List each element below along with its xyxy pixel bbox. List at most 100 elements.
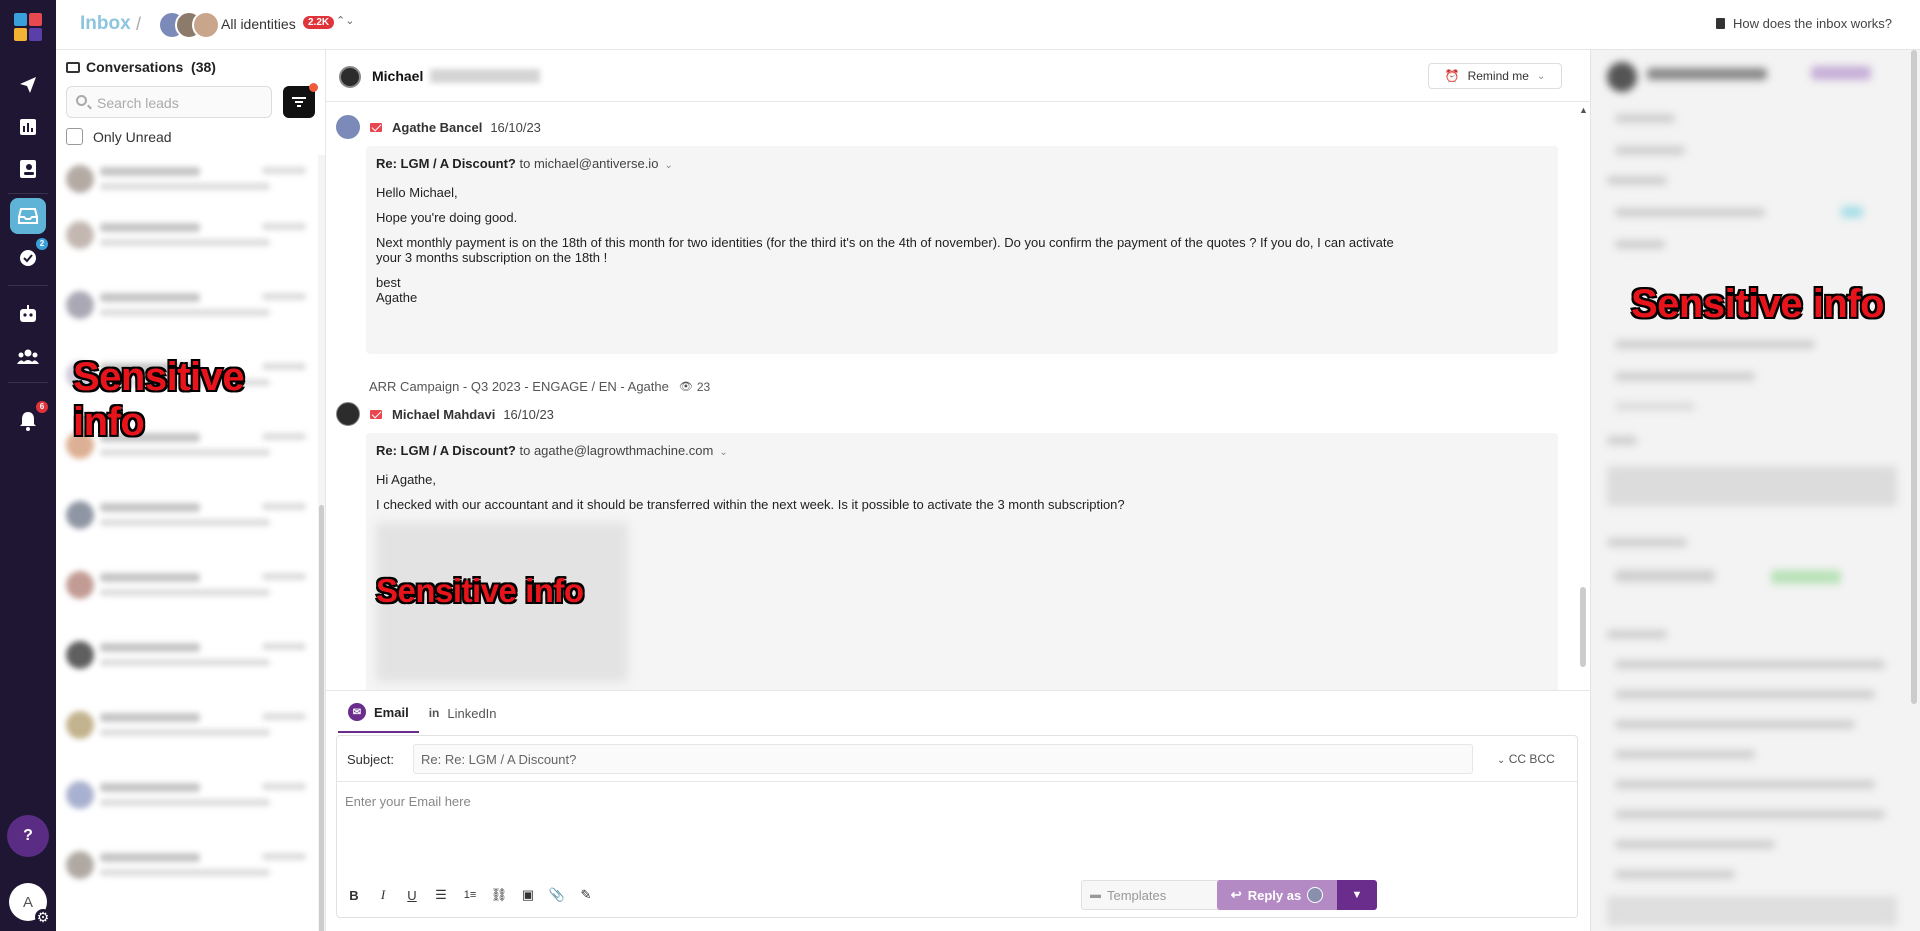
nav-team-icon[interactable]: [10, 339, 46, 375]
list-item[interactable]: [66, 281, 314, 345]
filter-button[interactable]: [283, 83, 318, 118]
templates-dropdown[interactable]: ▬ Templates ⌄: [1081, 880, 1239, 910]
email-icon: [370, 409, 382, 419]
user-avatar[interactable]: A ⚙: [9, 883, 51, 925]
chevron-down-icon: ⌄: [1497, 755, 1506, 766]
page-title: Inbox: [80, 13, 131, 34]
link-icon[interactable]: ⛓: [490, 886, 508, 904]
breadcrumb-separator: /: [136, 14, 142, 34]
reply-options-button[interactable]: ▼: [1337, 880, 1377, 910]
inbox-icon: [66, 62, 80, 73]
list-item[interactable]: [66, 771, 314, 835]
email-body-input[interactable]: [345, 794, 1565, 854]
reply-label: Reply as: [1247, 887, 1302, 903]
remind-me-label: Remind me: [1467, 69, 1529, 83]
conversations-header: Conversations (38): [66, 59, 216, 75]
conversation-list-scrollbar[interactable]: [318, 155, 325, 931]
thread-panel: Michael ⏰ Remind me ⌄ Agathe Bancel 16/1…: [326, 50, 1590, 931]
nav-tasks-icon[interactable]: 2: [10, 238, 48, 276]
app-logo[interactable]: [14, 13, 42, 41]
chevron-down-icon: ⌄: [719, 447, 728, 458]
reply-as-button[interactable]: ↩ Reply as: [1217, 880, 1337, 910]
search-icon: [76, 95, 87, 106]
signature-pen-icon[interactable]: ✎: [577, 886, 595, 904]
message-line: Agathe: [376, 290, 418, 305]
chevron-down-icon: ⌄: [664, 160, 673, 171]
cc-bcc-toggle[interactable]: ⌄ CC BCC: [1497, 752, 1555, 766]
list-item[interactable]: [66, 631, 314, 695]
only-unread-checkbox[interactable]: [66, 128, 83, 145]
identities-selector[interactable]: All identities: [221, 16, 296, 32]
message-line: Hope you're doing good.: [376, 210, 518, 225]
search-input[interactable]: [97, 93, 267, 113]
templates-label: Templates: [1107, 887, 1167, 903]
conversation-list: [56, 155, 318, 931]
nav-contacts-icon[interactable]: [10, 151, 46, 187]
subject-input[interactable]: [413, 744, 1473, 774]
nav-inbox-icon[interactable]: [10, 198, 46, 234]
nav-campaigns-icon[interactable]: [10, 67, 46, 103]
italic-icon[interactable]: I: [374, 886, 392, 904]
filter-icon: [292, 97, 306, 107]
tasks-badge: 2: [36, 238, 48, 250]
tab-email[interactable]: ✉ Email: [338, 693, 419, 733]
message-recipient[interactable]: to agathe@lagrowthmachine.com ⌄: [520, 443, 728, 458]
details-scrollbar[interactable]: [1909, 50, 1919, 931]
image-icon[interactable]: ▣: [519, 886, 537, 904]
only-unread-label: Only Unread: [93, 128, 172, 145]
list-item[interactable]: [66, 561, 314, 625]
list-item[interactable]: [66, 841, 314, 905]
top-header: Inbox / All identities 2.2K ⌃⌄ How does …: [56, 0, 1920, 50]
message-header: Michael Mahdavi 16/10/23: [336, 402, 554, 426]
nav-notifications-icon[interactable]: 6: [10, 401, 48, 439]
campaign-views: 23: [696, 379, 711, 394]
nav-bot-icon[interactable]: [10, 296, 46, 332]
book-icon: [1716, 18, 1726, 29]
identity-avatar: [192, 11, 220, 39]
tab-label: LinkedIn: [447, 705, 497, 721]
linkedin-icon: in: [428, 706, 440, 720]
remind-me-button[interactable]: ⏰ Remind me ⌄: [1428, 63, 1562, 89]
help-link[interactable]: How does the inbox works?: [1716, 16, 1892, 31]
redaction-label: Sensitive info: [376, 572, 584, 609]
list-item[interactable]: [66, 155, 314, 219]
scroll-up-icon[interactable]: ▲: [1579, 105, 1588, 115]
list-item[interactable]: [66, 701, 314, 765]
message-recipient[interactable]: to michael@antiverse.io ⌄: [520, 156, 673, 171]
numbered-list-icon[interactable]: 1≡: [461, 886, 479, 904]
notifications-badge: 6: [36, 401, 48, 413]
conversations-title: Conversations: [86, 59, 184, 75]
attachment-icon[interactable]: 📎: [548, 886, 566, 904]
chevron-updown-icon[interactable]: ⌃⌄: [336, 14, 354, 27]
tab-linkedin[interactable]: in LinkedIn: [419, 693, 507, 733]
search-box[interactable]: [66, 86, 272, 118]
message-card: Re: LGM / A Discount? to agathe@lagrowth…: [366, 433, 1558, 723]
email-editor: Subject: ⌄ CC BCC B I U ☰ 1≡ ⛓ ▣ 📎 ✎ ▬ T…: [336, 735, 1578, 918]
settings-gear-icon[interactable]: ⚙: [35, 909, 51, 925]
campaign-info[interactable]: ARR Campaign - Q3 2023 - ENGAGE / EN - A…: [369, 379, 710, 394]
message-line: best: [376, 275, 401, 290]
composer: ✉ Email in LinkedIn Subject: ⌄ CC BCC B …: [326, 690, 1590, 931]
bullet-list-icon[interactable]: ☰: [432, 886, 450, 904]
scroll-thumb[interactable]: [1580, 587, 1586, 667]
help-button[interactable]: ?: [7, 815, 49, 857]
list-item[interactable]: [66, 211, 314, 275]
alarm-clock-icon: ⏰: [1444, 69, 1460, 83]
contact-name: Michael: [372, 68, 424, 84]
nav-analytics-icon[interactable]: [10, 109, 46, 145]
contact-avatar: [339, 66, 361, 88]
thread-scrollbar[interactable]: ▲ ▼: [1576, 103, 1590, 743]
bold-icon[interactable]: B: [345, 886, 363, 904]
message-list: Agathe Bancel 16/10/23 Re: LGM / A Disco…: [326, 103, 1590, 743]
underline-icon[interactable]: U: [403, 886, 421, 904]
eye-icon: 👁: [678, 381, 693, 393]
thread-header: Michael ⏰ Remind me ⌄: [326, 50, 1590, 102]
message-card: Re: LGM / A Discount? to michael@antiver…: [366, 146, 1558, 354]
identity-avatar: [1307, 887, 1324, 903]
help-link-label: How does the inbox works?: [1733, 16, 1892, 31]
only-unread-toggle[interactable]: Only Unread: [66, 128, 172, 145]
list-item[interactable]: [66, 491, 314, 555]
sender-name: Agathe Bancel: [392, 119, 483, 135]
campaign-label: ARR Campaign - Q3 2023 - ENGAGE / EN - A…: [369, 379, 669, 394]
conversations-panel: Conversations (38) Only Unread Sensitive…: [56, 50, 326, 931]
